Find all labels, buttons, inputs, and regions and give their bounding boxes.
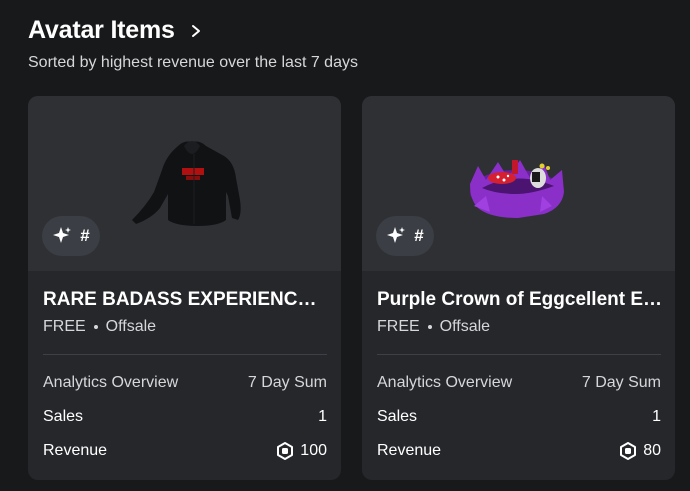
chevron-right-icon[interactable] xyxy=(189,24,203,38)
item-badge: # xyxy=(376,216,434,256)
revenue-label: Revenue xyxy=(43,442,108,459)
sparkle-icon xyxy=(53,227,72,243)
revenue-row: Revenue 100 xyxy=(43,442,327,460)
revenue-row: Revenue 80 xyxy=(377,442,661,460)
item-badge: # xyxy=(42,216,100,256)
sales-label: Sales xyxy=(43,408,84,425)
separator-dot xyxy=(93,325,98,329)
revenue-amount: 80 xyxy=(619,442,661,460)
item-thumbnail[interactable]: # xyxy=(362,96,675,271)
item-thumbnail[interactable]: # xyxy=(28,96,341,271)
divider xyxy=(43,354,327,355)
analytics-header-row: Analytics Overview 7 Day Sum xyxy=(377,374,661,392)
item-status: Offsale xyxy=(439,318,491,335)
sales-value: 1 xyxy=(318,408,327,425)
item-price: FREE xyxy=(377,318,420,335)
period-label: 7 Day Sum xyxy=(581,374,661,391)
robux-icon xyxy=(277,442,294,460)
period-label: 7 Day Sum xyxy=(247,374,327,391)
revenue-amount: 100 xyxy=(276,442,327,460)
sales-value: 1 xyxy=(652,408,661,425)
price-status: FREE Offsale xyxy=(43,318,156,336)
item-card[interactable]: # RARE BADASS EXPERIENCES CONTROLLER HOO… xyxy=(28,96,341,480)
section-subtitle: Sorted by highest revenue over the last … xyxy=(28,54,358,71)
robux-icon xyxy=(620,442,637,460)
revenue-value: 100 xyxy=(300,442,327,459)
sparkle-icon xyxy=(387,227,406,243)
revenue-value: 80 xyxy=(643,442,661,459)
badge-label: # xyxy=(80,226,90,245)
badge-label: # xyxy=(414,226,424,245)
item-card[interactable]: # Purple Crown of Eggcellent Explorers F… xyxy=(362,96,675,480)
analytics-overview-label: Analytics Overview xyxy=(43,374,179,391)
sales-row: Sales 1 xyxy=(377,408,661,426)
analytics-overview-label: Analytics Overview xyxy=(377,374,513,391)
item-name[interactable]: Purple Crown of Eggcellent Explorers xyxy=(377,289,663,311)
item-name[interactable]: RARE BADASS EXPERIENCES CONTROLLER HOODI… xyxy=(43,289,329,311)
sales-label: Sales xyxy=(377,408,418,425)
section-header[interactable]: Avatar Items xyxy=(28,16,203,45)
section-title: Avatar Items xyxy=(28,16,175,44)
separator-dot xyxy=(427,325,432,329)
item-status: Offsale xyxy=(105,318,157,335)
divider xyxy=(377,354,661,355)
analytics-header-row: Analytics Overview 7 Day Sum xyxy=(43,374,327,392)
revenue-label: Revenue xyxy=(377,442,442,459)
price-status: FREE Offsale xyxy=(377,318,490,336)
item-price: FREE xyxy=(43,318,86,335)
sales-row: Sales 1 xyxy=(43,408,327,426)
